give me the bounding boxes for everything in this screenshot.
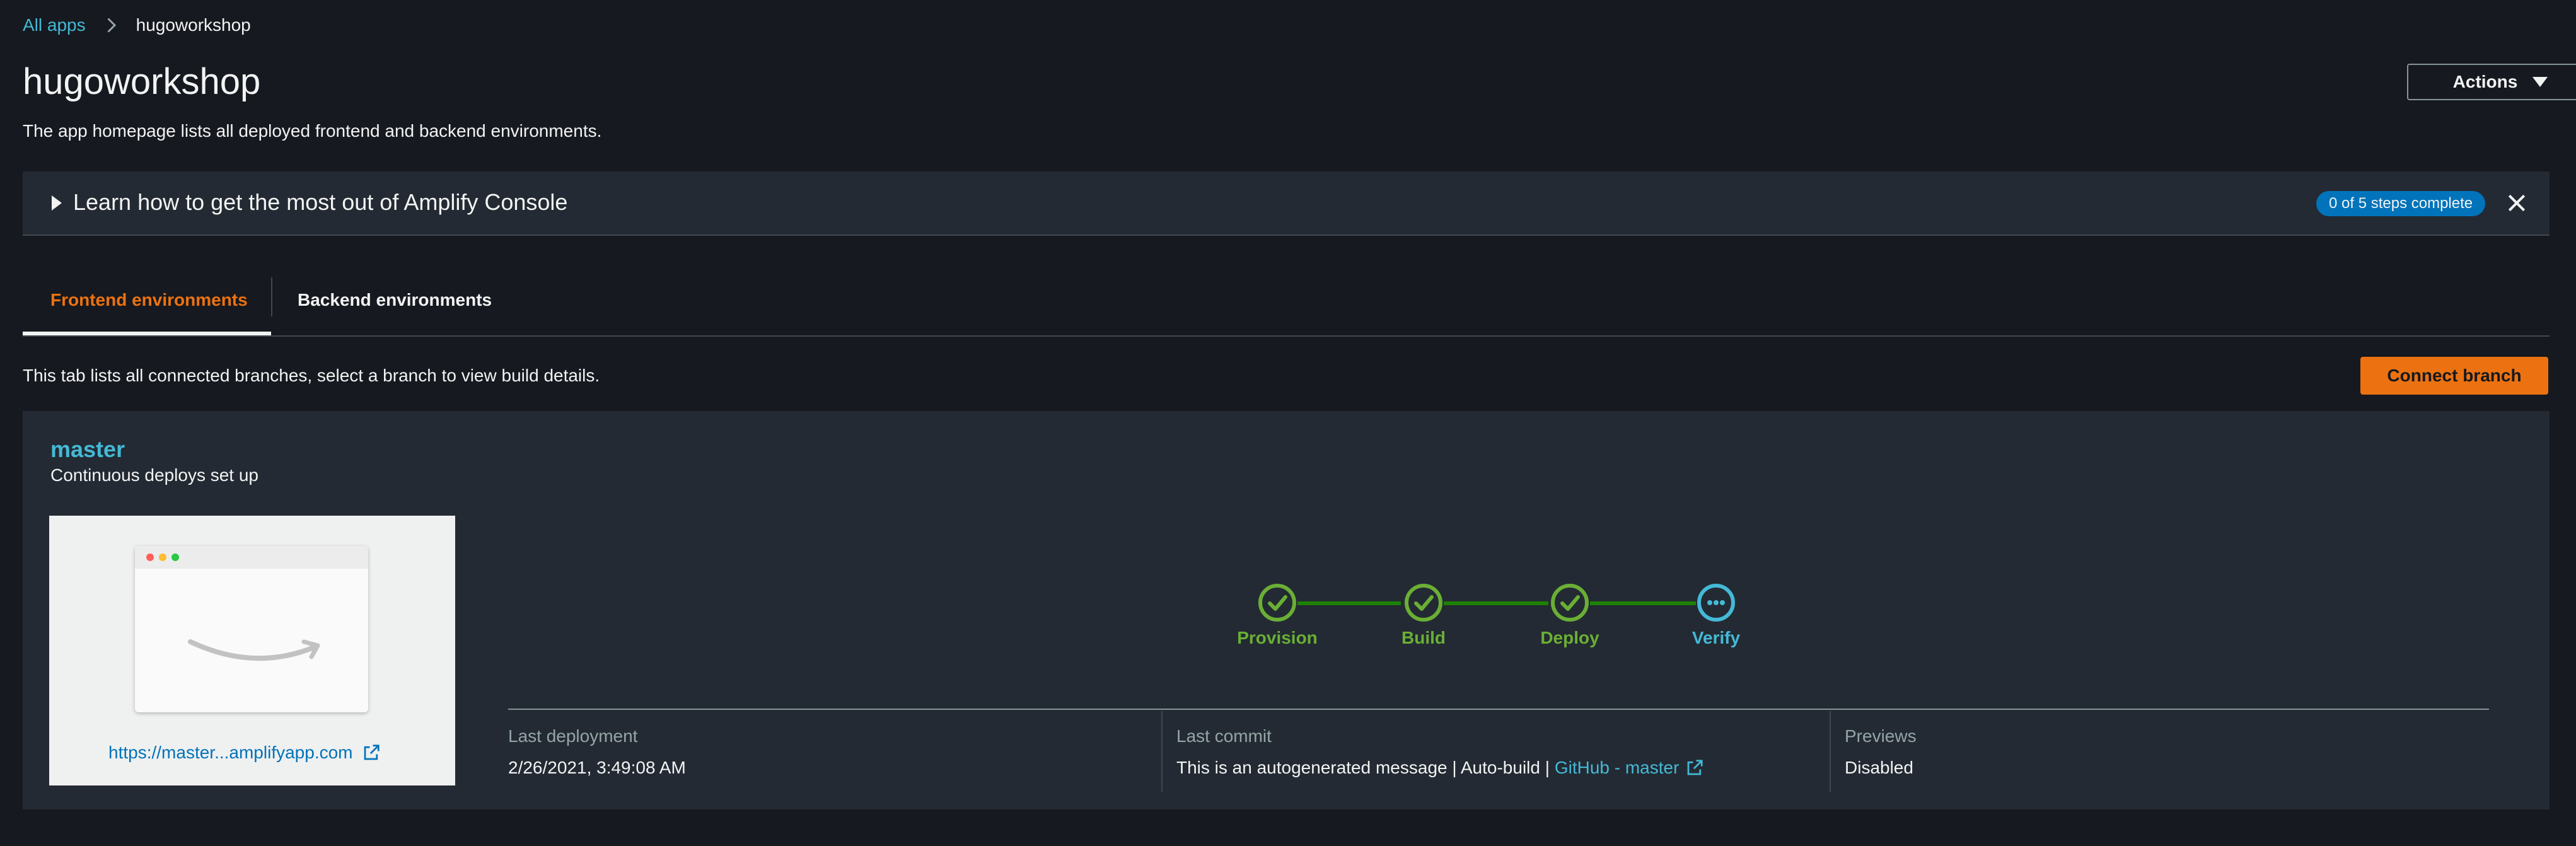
caret-down-icon — [2532, 77, 2548, 87]
close-icon[interactable] — [2504, 190, 2529, 216]
last-deployment-label: Last deployment — [508, 726, 638, 746]
window-dot-green — [171, 553, 179, 561]
browser-mockup — [135, 546, 368, 712]
connect-branch-button[interactable]: Connect branch — [2360, 357, 2548, 395]
breadcrumb-current: hugoworkshop — [136, 15, 251, 35]
github-branch-link[interactable]: GitHub - master — [1555, 758, 1680, 778]
learn-panel-title[interactable]: Learn how to get the most out of Amplify… — [73, 189, 567, 216]
previews-label: Previews — [1845, 726, 1917, 746]
breadcrumb: All apps hugoworkshop — [23, 14, 251, 37]
tab-divider — [271, 277, 272, 316]
tab-backend-environments[interactable]: Backend environments — [298, 290, 492, 310]
pipeline-step-build: Build — [1401, 628, 1446, 647]
steps-badge: 0 of 5 steps complete — [2316, 191, 2486, 216]
column-divider — [1161, 711, 1163, 792]
window-dot-red — [146, 553, 154, 561]
in-progress-icon — [1697, 584, 1735, 622]
page-subtitle: The app homepage lists all deployed fron… — [23, 121, 602, 141]
external-link-icon — [364, 745, 380, 760]
tab-description: This tab lists all connected branches, s… — [23, 366, 600, 385]
last-commit-value: This is an autogenerated message | Auto-… — [1176, 758, 1704, 778]
previews-value: Disabled — [1845, 758, 1913, 777]
last-deployment-value: 2/26/2021, 3:49:08 AM — [508, 758, 686, 777]
breadcrumb-all-apps-link[interactable]: All apps — [23, 15, 86, 35]
browser-bar — [135, 546, 368, 569]
check-circle-icon — [1258, 584, 1296, 622]
window-dot-yellow — [159, 553, 166, 561]
learn-panel: Learn how to get the most out of Amplify… — [23, 171, 2550, 236]
page-title: hugoworkshop — [23, 61, 261, 102]
last-commit-label: Last commit — [1176, 726, 1272, 746]
pipeline-connector — [1297, 601, 1401, 605]
branch-description: Continuous deploys set up — [50, 465, 258, 485]
check-circle-icon — [1551, 584, 1589, 622]
check-circle-icon — [1405, 584, 1442, 622]
commit-message: This is an autogenerated message | Auto-… — [1176, 758, 1555, 777]
tabs-divider — [23, 335, 2550, 337]
preview-url-label: https://master...amplifyapp.com — [108, 743, 353, 762]
preview-thumbnail[interactable]: https://master...amplifyapp.com — [49, 516, 455, 785]
column-divider — [1830, 711, 1831, 792]
actions-button[interactable]: Actions — [2407, 64, 2576, 100]
tab-frontend-environments[interactable]: Frontend environments — [50, 290, 248, 310]
pipeline-step-verify: Verify — [1691, 628, 1741, 647]
expand-caret-icon[interactable] — [52, 195, 62, 211]
branch-name-link[interactable]: master — [50, 436, 125, 463]
preview-url-link[interactable]: https://master...amplifyapp.com — [108, 743, 381, 763]
pipeline-step-provision: Provision — [1237, 628, 1318, 647]
details-divider — [508, 709, 2489, 710]
pipeline-step-deploy: Deploy — [1540, 628, 1599, 647]
chevron-right-icon — [107, 18, 116, 33]
pipeline-connector — [1590, 601, 1696, 605]
amazon-smile-logo-icon — [188, 639, 320, 661]
external-link-icon[interactable] — [1685, 758, 1704, 777]
actions-button-label: Actions — [2452, 72, 2518, 91]
pipeline-connector — [1444, 601, 1548, 605]
